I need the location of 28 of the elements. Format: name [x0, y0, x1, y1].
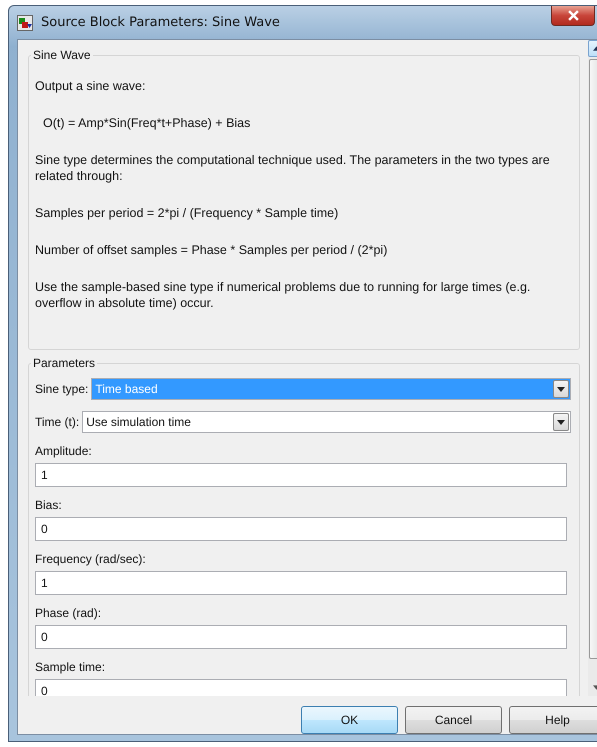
window-title: Source Block Parameters: Sine Wave	[41, 15, 281, 30]
description-text: Use the sample-based sine type if numerical problems due to running for large times (e.g. overflow in absolute time) occur.	[35, 279, 532, 311]
field-label: Time (t):	[35, 415, 80, 429]
field-label: Frequency (rad/sec):	[35, 552, 147, 566]
input-field[interactable]: 0	[35, 625, 567, 649]
close-button[interactable]	[551, 6, 595, 26]
input-field[interactable]: 0	[35, 517, 567, 541]
field-label: Sample time:	[35, 660, 106, 674]
description-text: Number of offset samples = Phase * Samples per period / (2*pi)	[35, 242, 388, 258]
description-text: Samples per period = 2*pi / (Frequency * Sample time)	[35, 205, 340, 221]
close-icon	[568, 10, 578, 21]
dialog-button[interactable]: Help	[509, 706, 597, 734]
description-text: Output a sine wave:	[35, 78, 146, 94]
dropdown-field[interactable]: Use simulation time	[82, 411, 571, 433]
block-diagram-icon	[17, 14, 33, 30]
input-field[interactable]: 0	[35, 679, 567, 696]
input-field[interactable]: 1	[35, 463, 567, 487]
description-text: Sine type determines the computational technique used. The parameters in the two types are related through:	[35, 152, 551, 184]
input-field[interactable]: 1	[35, 571, 567, 595]
group-heading: Parameters	[32, 356, 96, 370]
field-label: Sine type:	[35, 382, 88, 396]
field-label: Phase (rad):	[35, 606, 102, 620]
dialog-button[interactable]: Cancel	[405, 706, 502, 734]
formula-text: O(t) = Amp*Sin(Freq*t+Phase) + Bias	[42, 115, 252, 131]
dialog-button[interactable]: OK	[301, 706, 398, 734]
field-label: Bias:	[35, 498, 63, 512]
group-heading: Sine Wave	[32, 48, 92, 62]
field-label: Amplitude:	[35, 444, 93, 458]
